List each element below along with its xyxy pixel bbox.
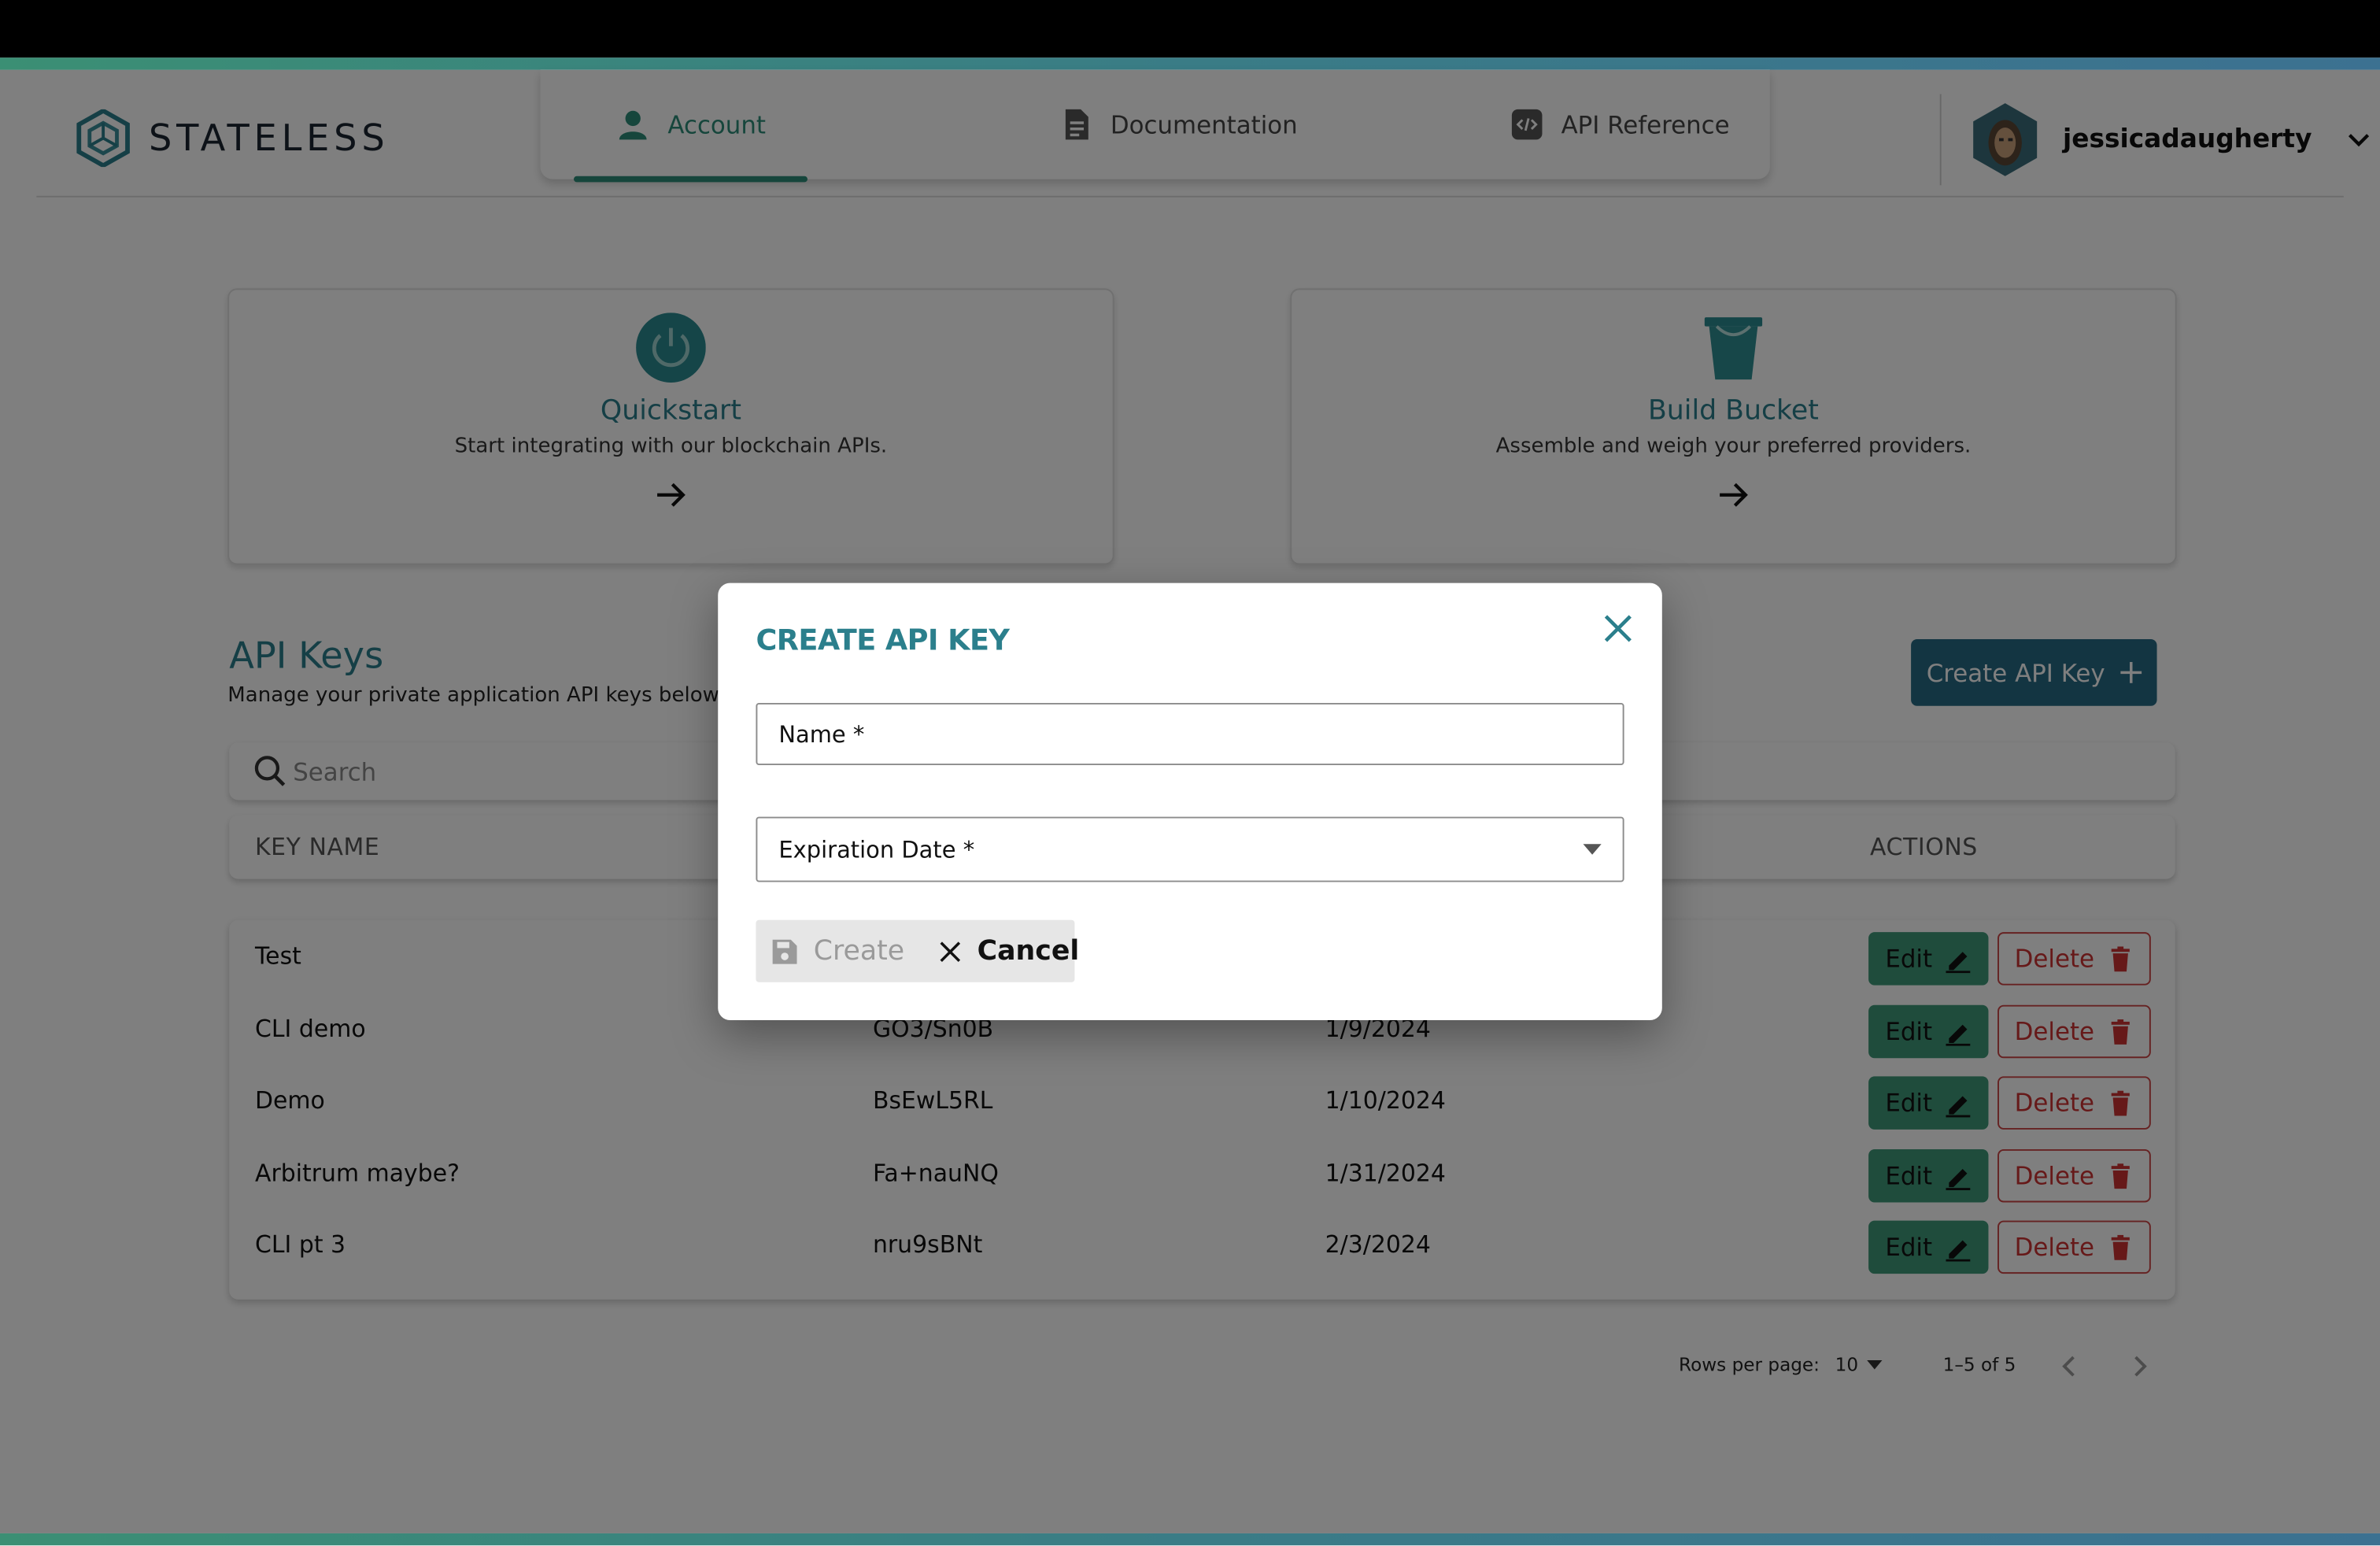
expiration-date-select[interactable]: Expiration Date *	[756, 816, 1624, 882]
create-button[interactable]: Create	[771, 935, 904, 967]
name-field[interactable]: Name *	[756, 702, 1624, 766]
save-icon	[772, 938, 797, 963]
close-icon	[940, 941, 960, 962]
app-root: STATELESS Account Documentation API Refe…	[0, 0, 2380, 1546]
caret-down-icon	[1583, 844, 1602, 855]
dialog-title: CREATE API KEY	[756, 623, 1010, 658]
close-icon[interactable]	[1602, 612, 1635, 645]
create-button-label: Create	[813, 935, 905, 967]
expiration-date-label: Expiration Date *	[778, 835, 975, 864]
bottom-accent-line	[0, 1533, 2380, 1546]
dialog-actions: Create Cancel	[756, 919, 1079, 982]
cancel-button-label: Cancel	[977, 935, 1080, 967]
create-api-key-dialog: CREATE API KEY Name * Expiration Date * …	[718, 583, 1662, 1021]
name-field-label: Name *	[778, 720, 865, 748]
top-black-bar	[0, 0, 2380, 58]
top-accent-line	[0, 57, 2380, 70]
cancel-button[interactable]: Cancel	[938, 935, 1080, 967]
